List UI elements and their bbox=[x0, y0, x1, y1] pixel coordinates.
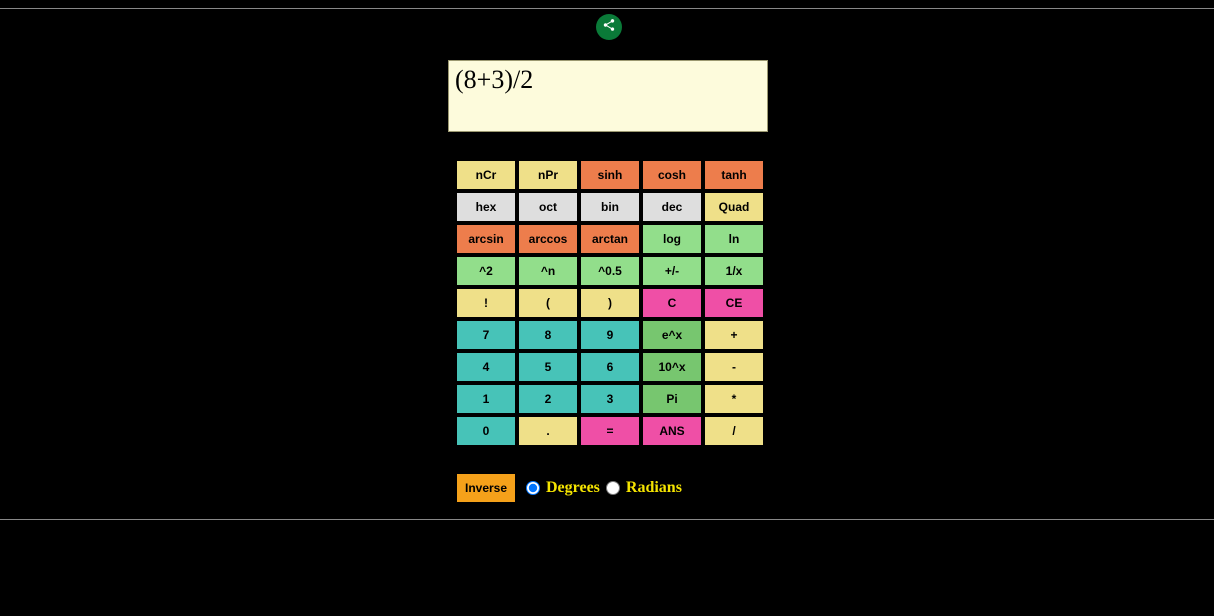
digit-7-button[interactable]: 7 bbox=[456, 320, 516, 350]
arctan-button[interactable]: arctan bbox=[580, 224, 640, 254]
npr-button[interactable]: nPr bbox=[518, 160, 578, 190]
digit-1-button[interactable]: 1 bbox=[456, 384, 516, 414]
sqrt-button[interactable]: ^0.5 bbox=[580, 256, 640, 286]
cosh-button[interactable]: cosh bbox=[642, 160, 702, 190]
calculator-keypad: nCr nPr sinh cosh tanh hex oct bin dec Q… bbox=[456, 160, 764, 446]
plus-button[interactable]: + bbox=[704, 320, 764, 350]
close-paren-button[interactable]: ) bbox=[580, 288, 640, 318]
share-icon bbox=[602, 18, 616, 37]
exp-button[interactable]: e^x bbox=[642, 320, 702, 350]
arccos-button[interactable]: arccos bbox=[518, 224, 578, 254]
ln-button[interactable]: ln bbox=[704, 224, 764, 254]
separator-top bbox=[0, 8, 1214, 9]
digit-3-button[interactable]: 3 bbox=[580, 384, 640, 414]
multiply-button[interactable]: * bbox=[704, 384, 764, 414]
clear-entry-button[interactable]: CE bbox=[704, 288, 764, 318]
ans-button[interactable]: ANS bbox=[642, 416, 702, 446]
open-paren-button[interactable]: ( bbox=[518, 288, 578, 318]
radians-radio[interactable] bbox=[606, 481, 620, 495]
quad-button[interactable]: Quad bbox=[704, 192, 764, 222]
digit-8-button[interactable]: 8 bbox=[518, 320, 578, 350]
oct-button[interactable]: oct bbox=[518, 192, 578, 222]
arcsin-button[interactable]: arcsin bbox=[456, 224, 516, 254]
log-button[interactable]: log bbox=[642, 224, 702, 254]
bin-button[interactable]: bin bbox=[580, 192, 640, 222]
degrees-label: Degrees bbox=[546, 479, 600, 497]
pi-button[interactable]: Pi bbox=[642, 384, 702, 414]
decimal-button[interactable]: . bbox=[518, 416, 578, 446]
calculator-footer: Inverse Degrees Radians bbox=[456, 473, 682, 503]
minus-button[interactable]: - bbox=[704, 352, 764, 382]
dec-button[interactable]: dec bbox=[642, 192, 702, 222]
factorial-button[interactable]: ! bbox=[456, 288, 516, 318]
square-button[interactable]: ^2 bbox=[456, 256, 516, 286]
digit-9-button[interactable]: 9 bbox=[580, 320, 640, 350]
ncr-button[interactable]: nCr bbox=[456, 160, 516, 190]
radians-label: Radians bbox=[626, 479, 682, 497]
clear-button[interactable]: C bbox=[642, 288, 702, 318]
inverse-button[interactable]: Inverse bbox=[456, 473, 516, 503]
digit-5-button[interactable]: 5 bbox=[518, 352, 578, 382]
calculator-display[interactable]: (8+3)/2 bbox=[448, 60, 768, 132]
digit-2-button[interactable]: 2 bbox=[518, 384, 578, 414]
digit-0-button[interactable]: 0 bbox=[456, 416, 516, 446]
power-n-button[interactable]: ^n bbox=[518, 256, 578, 286]
share-button[interactable] bbox=[596, 14, 622, 40]
sinh-button[interactable]: sinh bbox=[580, 160, 640, 190]
divide-button[interactable]: / bbox=[704, 416, 764, 446]
reciprocal-button[interactable]: 1/x bbox=[704, 256, 764, 286]
plusminus-button[interactable]: +/- bbox=[642, 256, 702, 286]
equals-button[interactable]: = bbox=[580, 416, 640, 446]
digit-6-button[interactable]: 6 bbox=[580, 352, 640, 382]
separator-bottom bbox=[0, 519, 1214, 520]
tanh-button[interactable]: tanh bbox=[704, 160, 764, 190]
hex-button[interactable]: hex bbox=[456, 192, 516, 222]
ten-power-button[interactable]: 10^x bbox=[642, 352, 702, 382]
degrees-radio[interactable] bbox=[526, 481, 540, 495]
digit-4-button[interactable]: 4 bbox=[456, 352, 516, 382]
